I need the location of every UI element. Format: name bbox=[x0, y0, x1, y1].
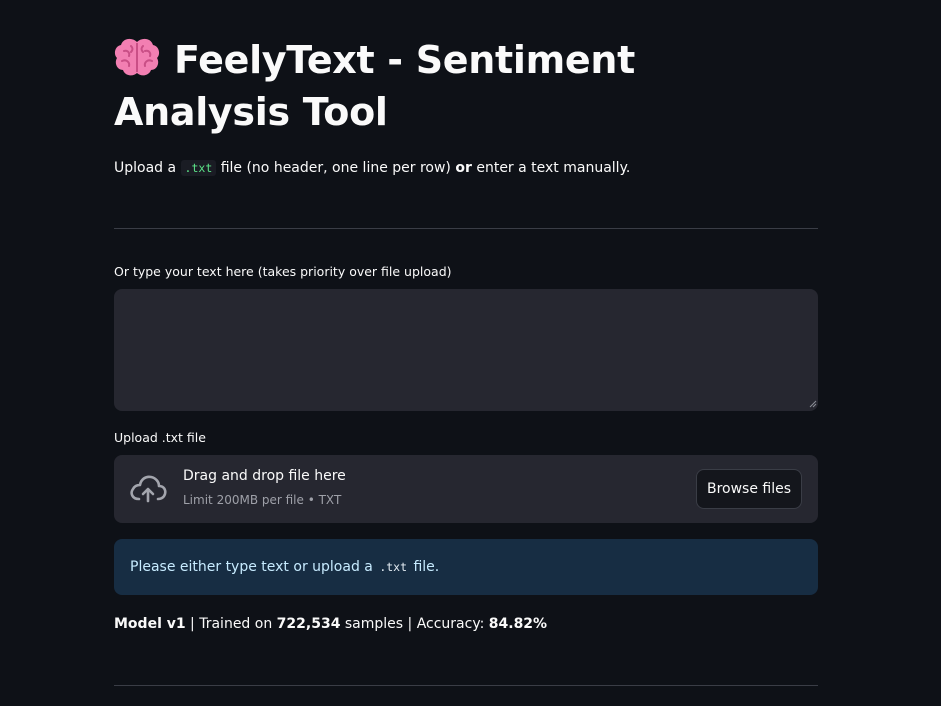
intro-text: Upload a .txt file (no header, one line … bbox=[114, 157, 630, 179]
drop-limit-text: Limit 200MB per file • TXT bbox=[183, 493, 342, 507]
info-suffix: file. bbox=[413, 559, 440, 575]
brain-icon bbox=[114, 38, 160, 76]
model-samples: 722,534 bbox=[276, 616, 341, 632]
info-alert: Please either type text or upload a .txt… bbox=[114, 539, 818, 595]
text-input-area[interactable] bbox=[114, 289, 818, 411]
text-input-label: Or type your text here (takes priority o… bbox=[114, 264, 452, 279]
resize-grip-icon[interactable] bbox=[809, 400, 817, 408]
info-prefix: Please either type text or upload a bbox=[130, 559, 373, 575]
divider-bottom bbox=[114, 685, 818, 686]
file-upload-label: Upload .txt file bbox=[114, 430, 206, 445]
model-sep1: | Trained on bbox=[185, 616, 277, 632]
divider bbox=[114, 228, 818, 229]
model-sep2: samples | Accuracy: bbox=[340, 616, 489, 632]
intro-middle: file (no header, one line per row) bbox=[220, 160, 451, 176]
page-title: FeelyText - Sentiment Analysis Tool bbox=[114, 34, 818, 138]
file-dropzone[interactable]: Drag and drop file here Limit 200MB per … bbox=[114, 455, 818, 523]
page-title-text: FeelyText - Sentiment Analysis Tool bbox=[114, 38, 635, 134]
model-version: Model v1 bbox=[114, 616, 186, 632]
drop-title: Drag and drop file here bbox=[183, 468, 346, 484]
intro-bold: or bbox=[455, 160, 472, 176]
intro-prefix: Upload a bbox=[114, 160, 177, 176]
cloud-upload-icon bbox=[130, 475, 167, 503]
browse-files-button[interactable]: Browse files bbox=[696, 469, 802, 509]
model-accuracy: 84.82% bbox=[488, 616, 548, 632]
intro-code: .txt bbox=[180, 160, 217, 176]
model-info: Model v1 | Trained on 722,534 samples | … bbox=[114, 613, 547, 635]
info-code: .txt bbox=[379, 560, 408, 574]
intro-suffix: enter a text manually. bbox=[476, 160, 631, 176]
